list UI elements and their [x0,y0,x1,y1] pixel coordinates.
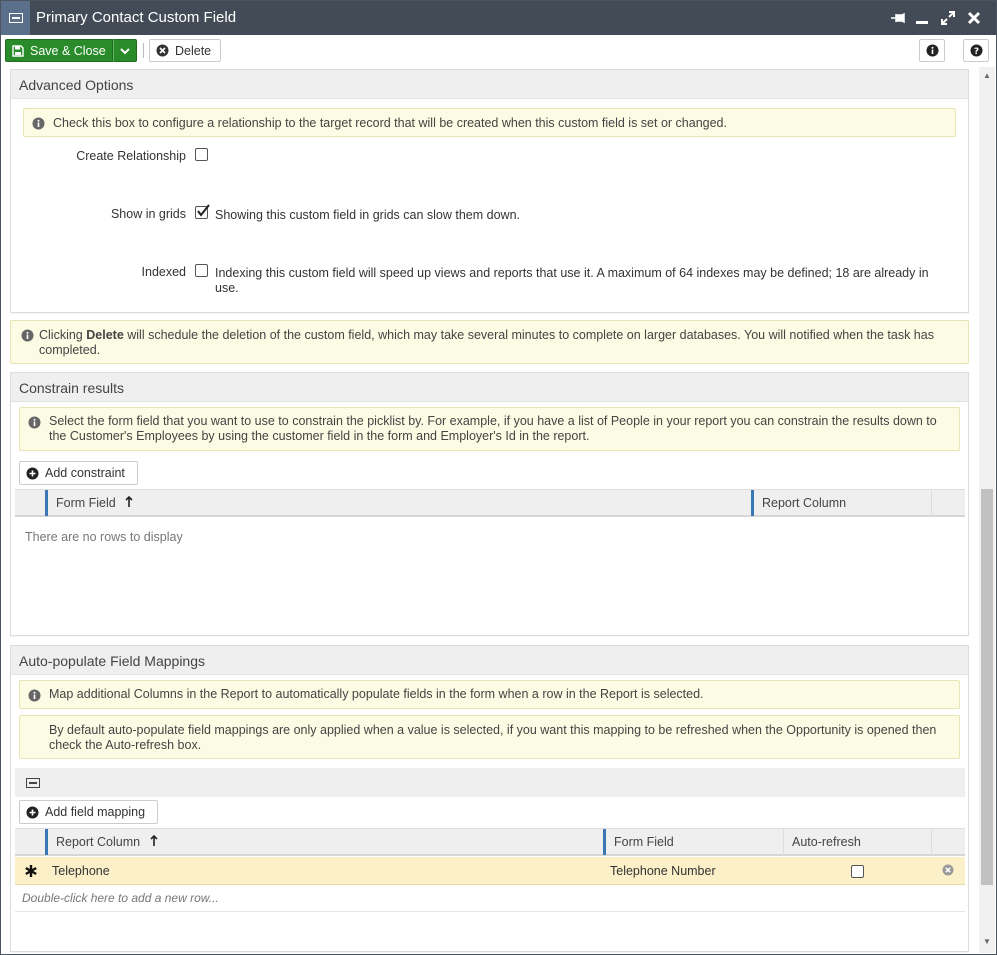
mapping-grid-header: Report Column Form Field Auto-refresh [15,828,965,856]
show-in-grids-hint: Showing this custom field in grids can s… [215,208,521,222]
column-header-spacer [931,490,965,516]
grid-divider [15,911,965,912]
plus-circle-icon [26,467,39,479]
grid-toolbar [15,768,965,797]
delete-note-bold: Delete [86,328,124,342]
column-header-label: Form Field [56,496,116,510]
plus-circle-icon [26,806,39,818]
scroll-up-icon[interactable]: ▲ [983,71,991,80]
info-icon [926,44,938,57]
mapping-note-text: Map additional Columns in the Report to … [49,687,704,701]
pin-icon[interactable] [889,9,907,27]
column-header-label: Report Column [56,835,141,849]
scrollbar-thumb[interactable] [981,489,993,885]
asterisk-icon [25,865,37,877]
add-constraint-button[interactable]: Add constraint [19,461,138,485]
auto-refresh-note: By default auto-populate field mappings … [19,715,960,759]
auto-refresh-checkbox[interactable] [851,865,864,878]
add-field-mapping-label: Add field mapping [45,805,146,819]
column-header-label: Auto-refresh [792,835,861,849]
window-icon [1,1,30,35]
chevron-down-icon [120,47,130,54]
vertical-scrollbar[interactable]: ▲ ▼ [979,67,995,953]
delete-circle-icon [156,44,169,57]
column-header-label: Report Column [762,496,847,510]
column-header-report-column[interactable]: Report Column [751,490,931,516]
info-button[interactable] [919,39,945,62]
floppy-icon [12,44,24,57]
auto-populate-panel: Auto-populate Field Mappings Map additio… [10,645,969,952]
info-icon [28,416,41,429]
remove-row-icon[interactable] [942,864,954,876]
advanced-options-title: Advanced Options [11,70,968,99]
empty-grid-message: There are no rows to display [25,530,183,544]
column-header-report-column[interactable]: Report Column [45,829,603,855]
save-options-dropdown[interactable] [113,39,137,62]
indexed-hint: Indexing this custom field will speed up… [215,266,929,295]
table-row[interactable]: Telephone Telephone Number [15,857,965,885]
add-field-mapping-button[interactable]: Add field mapping [19,800,158,824]
title-bar: Primary Contact Custom Field [1,1,996,35]
add-constraint-label: Add constraint [45,466,125,480]
relationship-info-note: Check this box to configure a relationsh… [23,108,956,137]
delete-note-pre: Clicking [39,328,87,342]
column-header-spacer [931,829,965,855]
add-new-row-hint[interactable]: Double-click here to add a new row... [22,891,219,906]
mapping-info-note: Map additional Columns in the Report to … [19,680,960,709]
info-icon [21,329,34,342]
column-header-auto-refresh[interactable]: Auto-refresh [783,829,931,855]
delete-label: Delete [175,43,212,58]
dialog-window: Primary Contact Custom Field Save & Clos… [0,0,997,955]
save-close-button[interactable]: Save & Close [5,39,113,62]
cell-form-field[interactable]: Telephone Number [610,864,716,879]
delete-info-note: Clicking Delete will schedule the deleti… [10,320,969,364]
create-relationship-checkbox[interactable] [195,148,208,161]
minimize-icon[interactable] [913,9,931,27]
show-in-grids-checkbox[interactable] [195,204,210,219]
constrain-info-note: Select the form field that you want to u… [19,407,960,451]
info-icon [28,689,41,702]
close-icon[interactable] [965,9,983,27]
column-header-label: Form Field [614,835,674,849]
save-close-label: Save & Close [30,43,106,58]
svg-text:?: ? [973,47,978,57]
constrain-results-panel: Constrain results Select the form field … [10,372,969,636]
constrain-note-text: Select the form field that you want to u… [49,414,937,443]
auto-refresh-note-text: By default auto-populate field mappings … [49,723,937,752]
cell-report-column[interactable]: Telephone [52,864,110,879]
toolbar-divider [143,43,144,58]
column-header-form-field[interactable]: Form Field [45,490,751,516]
window-title: Primary Contact Custom Field [36,9,237,26]
indexed-label: Indexed [141,265,186,279]
column-header-form-field[interactable]: Form Field [603,829,783,855]
constraint-grid-header: Form Field Report Column [15,489,965,517]
delete-button[interactable]: Delete [149,39,221,62]
show-in-grids-label: Show in grids [110,207,186,221]
help-icon: ? [970,44,982,57]
indexed-checkbox[interactable] [195,264,208,277]
auto-populate-title: Auto-populate Field Mappings [11,646,968,675]
info-icon [32,117,45,130]
constrain-results-title: Constrain results [11,373,968,402]
delete-note-post: will schedule the deletion of the custom… [39,328,934,357]
help-button[interactable]: ? [963,39,989,62]
scroll-down-icon[interactable]: ▼ [983,937,991,946]
grid-options-icon[interactable] [26,778,40,788]
advanced-options-panel: Advanced Options Check this box to confi… [10,69,969,313]
create-relationship-label: Create Relationship [76,149,186,163]
sort-ascending-icon [149,834,158,846]
toolbar: Save & Close Delete ? [1,35,996,66]
relationship-note-text: Check this box to configure a relationsh… [53,116,727,130]
checkmark-icon [197,204,210,217]
maximize-icon[interactable] [939,9,957,27]
sort-ascending-icon [125,495,133,507]
